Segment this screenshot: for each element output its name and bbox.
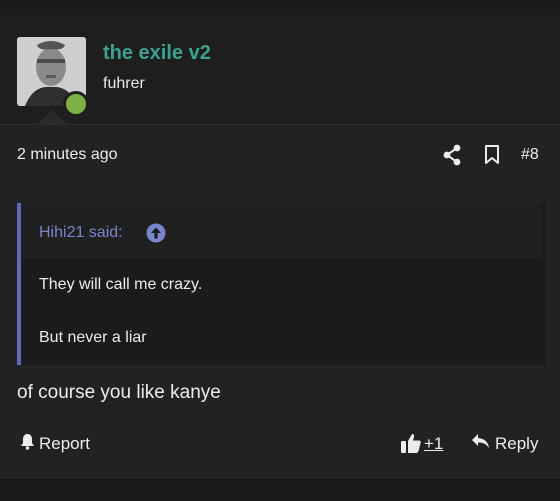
username-link[interactable]: the exile v2	[103, 42, 211, 65]
avatar[interactable]	[17, 37, 89, 117]
report-label: Report	[39, 434, 91, 453]
reply-icon	[471, 433, 490, 454]
bell-icon	[20, 433, 35, 455]
reply-label: Reply	[495, 433, 539, 453]
post-body: Hihi21 said: They will call me crazy. Bu…	[0, 185, 560, 477]
go-to-quoted-post-icon[interactable]	[146, 223, 166, 248]
bottom-divider	[0, 477, 560, 501]
quote-text-line: But never a liar	[39, 329, 147, 346]
quote-block: Hihi21 said: They will call me crazy. Bu…	[17, 203, 546, 365]
thumbs-up-icon[interactable]	[400, 432, 422, 459]
quote-text-line: They will call me crazy.	[39, 276, 203, 293]
reply-button[interactable]: Reply	[471, 433, 538, 454]
post-permalink[interactable]: #8	[521, 146, 539, 164]
post-message: of course you like kanye	[17, 382, 221, 403]
bookmark-icon[interactable]	[484, 144, 500, 170]
quote-author-link[interactable]: Hihi21 said:	[39, 224, 123, 242]
reaction-count[interactable]: +1	[424, 434, 443, 454]
quote-header: Hihi21 said:	[21, 203, 542, 258]
author-pointer	[36, 110, 68, 125]
post-timestamp[interactable]: 2 minutes ago	[17, 146, 118, 164]
user-title: fuhrer	[103, 75, 145, 92]
post-author-block: the exile v2 fuhrer	[0, 10, 560, 124]
post-meta-bar: 2 minutes ago #8	[0, 124, 560, 186]
report-button[interactable]: Report	[20, 433, 90, 455]
share-icon[interactable]	[442, 144, 462, 171]
